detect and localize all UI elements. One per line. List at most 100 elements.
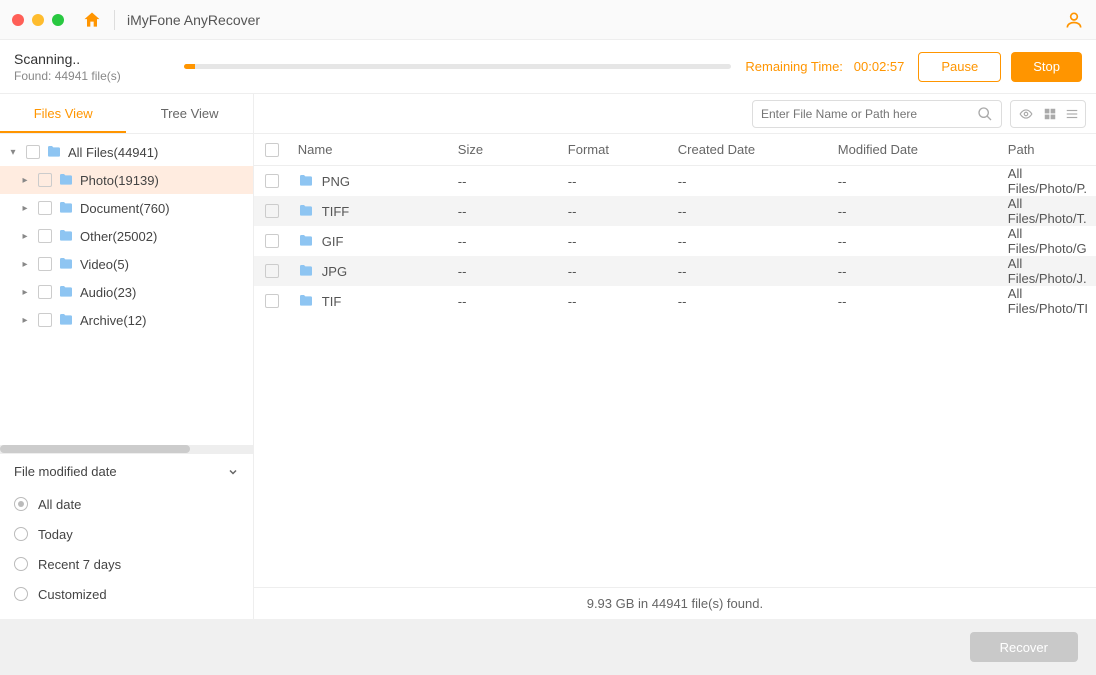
cell-format: -- [560,174,670,189]
search-input[interactable] [761,107,977,121]
tree-item[interactable]: ▸ Audio(23) [0,278,253,306]
row-checkbox[interactable] [254,294,290,308]
expand-arrow-icon[interactable]: ▸ [18,203,32,214]
expand-arrow-icon[interactable]: ▸ [18,287,32,298]
header-checkbox[interactable] [254,143,290,157]
cell-modified: -- [830,264,1000,279]
tree-item[interactable]: ▸ Document(760) [0,194,253,222]
cell-format: -- [560,264,670,279]
cell-format: -- [560,294,670,309]
cell-path: All Files/Photo/J. [1000,256,1096,286]
minimize-window-button[interactable] [32,14,44,26]
column-size[interactable]: Size [450,142,560,157]
folder-icon [46,144,62,160]
cell-created: -- [670,294,830,309]
cell-modified: -- [830,294,1000,309]
home-icon[interactable] [82,10,102,30]
cell-path: All Files/Photo/T. [1000,196,1096,226]
tree-checkbox[interactable] [38,285,52,299]
radio-icon [14,527,28,541]
file-tree: ▾All Files(44941)▸Photo(19139)▸Document(… [0,134,253,445]
cell-size: -- [450,174,560,189]
tree-checkbox[interactable] [38,201,52,215]
folder-icon [58,284,74,300]
cell-path: All Files/Photo/G [1000,226,1096,256]
folder-icon [298,233,314,249]
table-row[interactable]: TIFF--------All Files/Photo/T. [254,196,1096,226]
cell-created: -- [670,174,830,189]
cell-name: GIF [322,234,344,249]
tree-scrollbar-thumb[interactable] [0,445,190,453]
radio-icon [14,587,28,601]
close-window-button[interactable] [12,14,24,26]
tree-checkbox[interactable] [26,145,40,159]
table-row[interactable]: TIF--------All Files/Photo/TI [254,286,1096,316]
tree-item-label: Document(760) [80,201,170,216]
table-row[interactable]: GIF--------All Files/Photo/G [254,226,1096,256]
cell-name: TIFF [322,204,349,219]
expand-arrow-icon[interactable]: ▸ [18,231,32,242]
filter-option[interactable]: Customized [14,579,239,609]
tree-item[interactable]: ▸Archive(12) [0,306,253,334]
row-checkbox[interactable] [254,174,290,188]
expand-arrow-icon[interactable]: ▸ [18,315,32,326]
search-box[interactable] [752,100,1002,128]
sidebar: Files View Tree View ▾All Files(44941)▸P… [0,94,254,619]
row-checkbox[interactable] [254,234,290,248]
cell-name: JPG [322,264,347,279]
status-bar: Scanning.. Found: 44941 file(s) Remainin… [0,40,1096,94]
status-scanning-label: Scanning.. [14,51,184,67]
table-row[interactable]: JPG--------All Files/Photo/J. [254,256,1096,286]
table-row[interactable]: PNG--------All Files/Photo/P. [254,166,1096,196]
tab-tree-view[interactable]: Tree View [126,94,252,133]
column-created[interactable]: Created Date [670,142,830,157]
tree-item[interactable]: ▸Video(5) [0,250,253,278]
chevron-down-icon [227,466,239,478]
expand-arrow-icon[interactable]: ▸ [18,259,32,270]
footer: Recover [0,619,1096,675]
search-icon[interactable] [977,106,993,122]
tree-item[interactable]: ▾All Files(44941) [0,138,253,166]
summary-bar: 9.93 GB in 44941 file(s) found. [254,587,1096,619]
filter-option[interactable]: All date [14,489,239,519]
recover-button[interactable]: Recover [970,632,1078,662]
tree-item[interactable]: ▸Other(25002) [0,222,253,250]
expand-arrow-icon[interactable]: ▾ [6,147,20,158]
main: Files View Tree View ▾All Files(44941)▸P… [0,94,1096,619]
tree-item-label: Audio(23) [80,285,136,300]
window-controls [12,14,64,26]
filter-title[interactable]: File modified date [14,464,239,479]
stop-button[interactable]: Stop [1011,52,1082,82]
filter-option[interactable]: Recent 7 days [14,549,239,579]
tree-checkbox[interactable] [38,257,52,271]
list-view-icon[interactable] [1065,107,1079,121]
scan-progress-fill [184,64,195,69]
column-path[interactable]: Path [1000,142,1096,157]
status-text: Scanning.. Found: 44941 file(s) [14,51,184,83]
row-checkbox[interactable] [254,264,290,278]
expand-arrow-icon[interactable]: ▸ [18,175,32,186]
pause-button[interactable]: Pause [918,52,1001,82]
tree-scrollbar[interactable] [0,445,253,453]
cell-format: -- [560,234,670,249]
tree-item[interactable]: ▸Photo(19139) [0,166,253,194]
row-checkbox[interactable] [254,204,290,218]
grid-view-icon[interactable] [1043,107,1057,121]
cell-name: PNG [322,174,350,189]
filter-option-label: Today [38,527,73,542]
maximize-window-button[interactable] [52,14,64,26]
column-name[interactable]: Name [290,142,450,157]
tree-checkbox[interactable] [38,313,52,327]
column-format[interactable]: Format [560,142,670,157]
tree-checkbox[interactable] [38,229,52,243]
table-body: PNG--------All Files/Photo/P.TIFF-------… [254,166,1096,587]
preview-toggle-icon[interactable] [1017,107,1035,121]
filter-option-label: Recent 7 days [38,557,121,572]
cell-created: -- [670,204,830,219]
cell-size: -- [450,204,560,219]
user-icon[interactable] [1064,10,1084,30]
filter-option[interactable]: Today [14,519,239,549]
tree-checkbox[interactable] [38,173,52,187]
column-modified[interactable]: Modified Date [830,142,1000,157]
tab-files-view[interactable]: Files View [0,94,126,133]
